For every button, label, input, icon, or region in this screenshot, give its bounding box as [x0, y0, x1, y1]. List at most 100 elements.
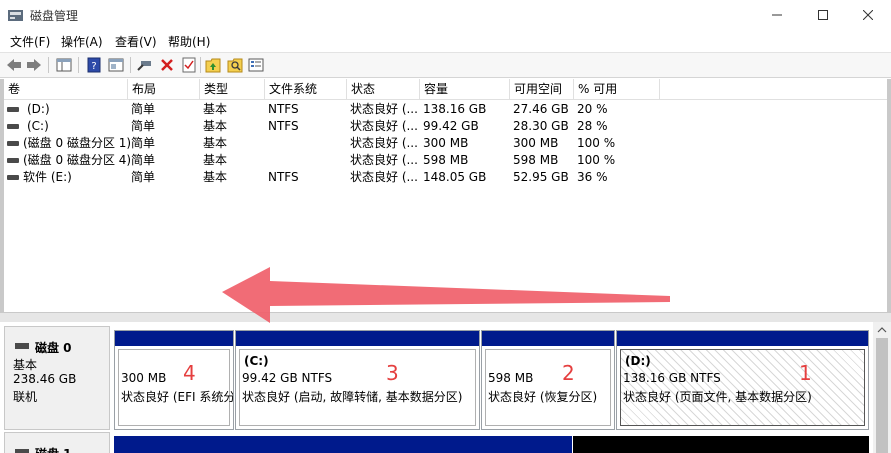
cell-type: 基本	[203, 136, 228, 150]
cell-layout: 简单	[131, 153, 156, 167]
cell-layout: 简单	[131, 170, 156, 184]
volume-icon	[7, 124, 19, 129]
cell-status: 状态良好 (...	[350, 102, 418, 116]
menu-help[interactable]: 帮助(H)	[168, 33, 210, 50]
menu-file[interactable]: 文件(F)	[10, 33, 50, 50]
menu-action[interactable]: 操作(A)	[61, 33, 103, 50]
check-icon[interactable]	[180, 56, 198, 74]
cell-percent: 100 %	[577, 153, 616, 167]
volume-icon	[7, 107, 19, 112]
title-bar: 磁盘管理	[0, 0, 891, 30]
menu-bar: 文件(F) 操作(A) 查看(V) 帮助(H)	[0, 30, 891, 52]
column-header-type[interactable]: 类型	[200, 79, 265, 100]
cell-capacity: 99.42 GB	[423, 119, 479, 133]
column-header-layout[interactable]: 布局	[128, 79, 200, 100]
disk-graphical-view: 磁盘 0 基本 238.46 GB 联机 300 MB 状态良好 (EFI 系统…	[0, 322, 891, 453]
cell-layout: 简单	[131, 102, 156, 116]
annotation-number: 3	[386, 361, 399, 385]
annotation-number: 2	[562, 361, 575, 385]
cell-type: 基本	[203, 170, 228, 184]
disk-1-unallocated-bar[interactable]	[573, 436, 869, 453]
cell-volume: (磁盘 0 磁盘分区 1)	[23, 136, 132, 150]
cell-layout: 简单	[131, 136, 156, 150]
cell-capacity: 138.16 GB	[423, 102, 487, 116]
cell-free: 27.46 GB	[513, 102, 569, 116]
volume-icon	[7, 158, 19, 163]
partition-bar	[617, 331, 868, 346]
volume-list-view: 卷 布局 类型 文件系统 状态 容量 可用空间 % 可用 (D:) 简单 基本 …	[0, 79, 891, 312]
help-icon[interactable]: ?	[85, 56, 103, 74]
cell-percent: 100 %	[577, 136, 616, 150]
cell-status: 状态良好 (...	[350, 119, 418, 133]
cell-type: 基本	[203, 102, 228, 116]
partition-efi[interactable]: 300 MB 状态良好 (EFI 系统分 4	[114, 330, 234, 430]
list-view-icon[interactable]	[247, 56, 265, 74]
disk-1-label[interactable]: 磁盘 1	[4, 432, 110, 453]
partition-name: (D:)	[625, 354, 651, 368]
volume-icon	[7, 141, 19, 146]
scroll-up-icon[interactable]	[877, 326, 887, 334]
column-header-percent-free[interactable]: % 可用	[574, 79, 660, 100]
console-tree-icon[interactable]	[55, 56, 73, 74]
maximize-button[interactable]	[800, 0, 846, 30]
cell-type: 基本	[203, 153, 228, 167]
toolbar-separator	[130, 57, 131, 73]
svg-text:?: ?	[91, 61, 96, 72]
partition-recovery[interactable]: 598 MB 状态良好 (恢复分区) 2	[481, 330, 615, 430]
search-folder-icon[interactable]	[226, 56, 244, 74]
partition-size: 598 MB	[488, 371, 534, 385]
partition-status: 状态良好 (恢复分区)	[488, 390, 598, 404]
disk-name: 磁盘 0	[35, 341, 72, 355]
column-header-volume[interactable]: 卷	[4, 79, 128, 100]
column-header-capacity[interactable]: 容量	[420, 79, 510, 100]
partition-status: 状态良好 (页面文件, 基本数据分区)	[623, 390, 812, 404]
connect-icon[interactable]	[136, 56, 154, 74]
cell-percent: 20 %	[577, 102, 608, 116]
toolbar-separator	[48, 57, 49, 73]
back-arrow-icon[interactable]	[5, 56, 23, 74]
table-row[interactable]: (磁盘 0 磁盘分区 1) 简单 基本 状态良好 (... 300 MB 300…	[4, 135, 887, 152]
disk-1-partition-primary-bar[interactable]	[114, 436, 572, 453]
pane-splitter[interactable]	[0, 312, 891, 322]
partition-bar	[482, 331, 614, 346]
disk-panel-scrollbar[interactable]	[873, 322, 891, 453]
cell-volume: (D:)	[27, 102, 50, 116]
volume-list-header: 卷 布局 类型 文件系统 状态 容量 可用空间 % 可用	[4, 79, 887, 100]
cell-free: 300 MB	[513, 136, 559, 150]
partition-bar	[236, 331, 479, 346]
partition-d[interactable]: (D:) 138.16 GB NTFS 状态良好 (页面文件, 基本数据分区) …	[616, 330, 869, 430]
cell-status: 状态良好 (...	[350, 170, 418, 184]
partition-status: 状态良好 (启动, 故障转储, 基本数据分区)	[242, 390, 463, 404]
forward-arrow-icon[interactable]	[25, 56, 43, 74]
cell-layout: 简单	[131, 119, 156, 133]
menu-view[interactable]: 查看(V)	[115, 33, 157, 50]
scroll-thumb[interactable]	[876, 338, 888, 453]
cell-free: 52.95 GB	[513, 170, 569, 184]
properties-icon[interactable]	[107, 56, 125, 74]
cell-percent: 36 %	[577, 170, 608, 184]
delete-icon[interactable]	[158, 56, 176, 74]
column-header-free-space[interactable]: 可用空间	[510, 79, 574, 100]
table-row[interactable]: (磁盘 0 磁盘分区 4) 简单 基本 状态良好 (... 598 MB 598…	[4, 152, 887, 169]
disk-icon	[15, 343, 29, 349]
close-button[interactable]	[845, 0, 891, 30]
table-row[interactable]: (D:) 简单 基本 NTFS 状态良好 (... 138.16 GB 27.4…	[4, 101, 887, 118]
annotation-number: 4	[183, 361, 196, 385]
cell-free: 28.30 GB	[513, 119, 569, 133]
disk-state: 联机	[13, 390, 38, 404]
partition-size: 99.42 GB NTFS	[242, 371, 333, 385]
folder-up-icon[interactable]	[204, 56, 222, 74]
partition-size: 300 MB	[121, 371, 167, 385]
cell-status: 状态良好 (...	[350, 136, 418, 150]
disk-0-label[interactable]: 磁盘 0 基本 238.46 GB 联机	[4, 326, 110, 430]
partition-c[interactable]: (C:) 99.42 GB NTFS 状态良好 (启动, 故障转储, 基本数据分…	[235, 330, 480, 430]
disk-type: 基本	[13, 358, 38, 372]
table-row[interactable]: 软件 (E:) 简单 基本 NTFS 状态良好 (... 148.05 GB 5…	[4, 169, 887, 186]
table-row[interactable]: (C:) 简单 基本 NTFS 状态良好 (... 99.42 GB 28.30…	[4, 118, 887, 135]
minimize-button[interactable]	[754, 0, 800, 30]
column-header-filesystem[interactable]: 文件系统	[265, 79, 347, 100]
column-header-status[interactable]: 状态	[347, 79, 420, 100]
disk-management-app-icon	[8, 8, 24, 22]
window-title: 磁盘管理	[30, 9, 79, 23]
cell-volume: (C:)	[27, 119, 49, 133]
